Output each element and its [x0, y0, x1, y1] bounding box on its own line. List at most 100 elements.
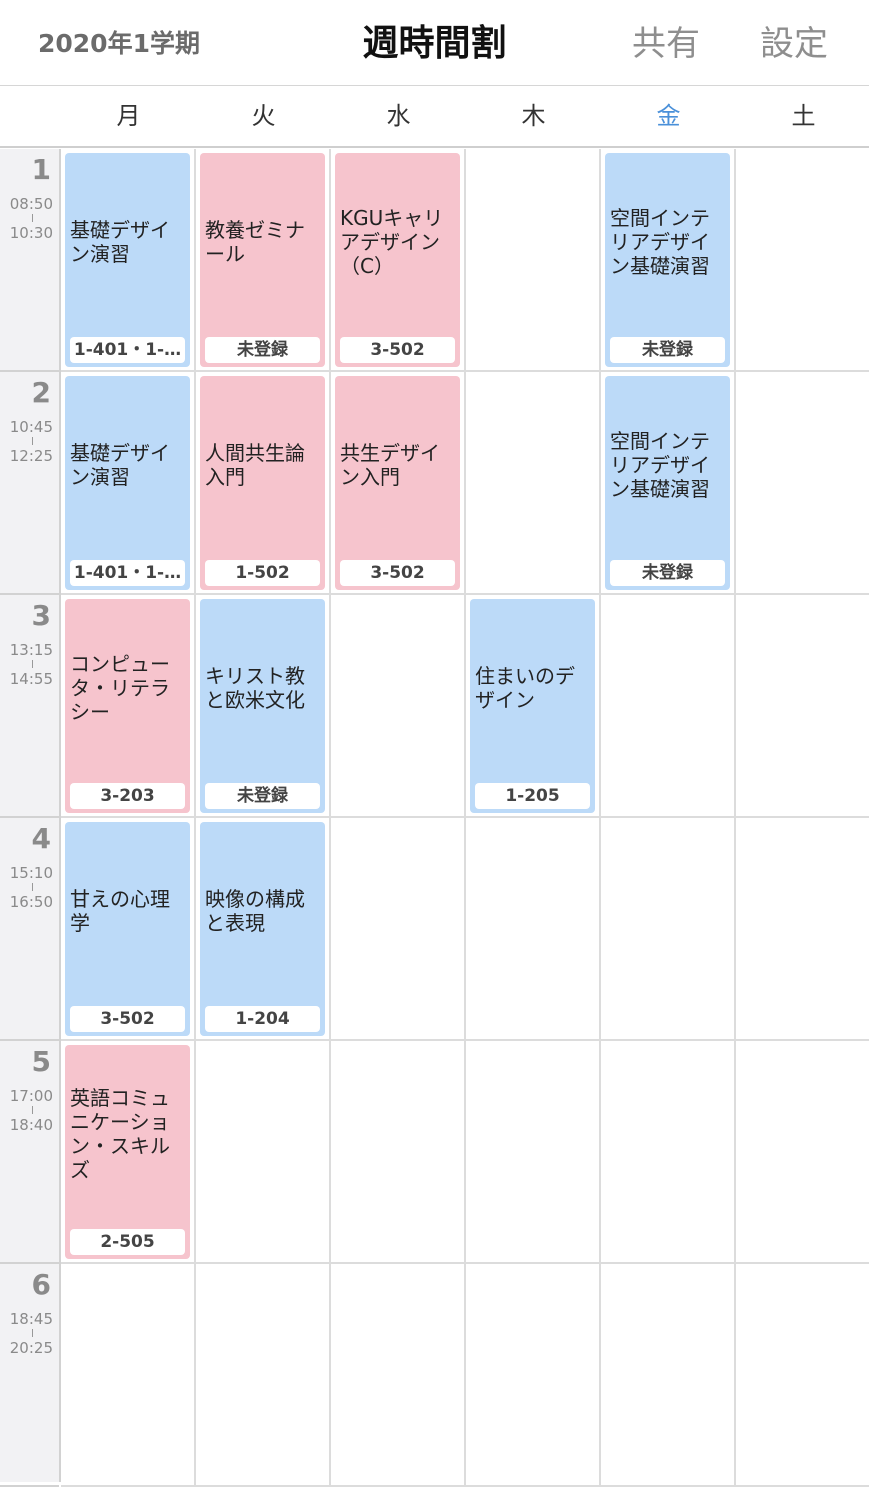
timetable-cell[interactable]	[466, 818, 601, 1041]
timetable-cell[interactable]	[736, 149, 869, 372]
day-header-3: 木	[521, 102, 546, 130]
timetable-cell[interactable]	[736, 1041, 869, 1264]
period-start-time: 18:45	[9, 1310, 53, 1328]
day-header-2: 水	[386, 102, 411, 130]
day-header-1: 火	[251, 102, 276, 130]
timetable-cell[interactable]: 住まいのデザイン 1-205	[466, 595, 601, 818]
course-card[interactable]: 人間共生論入門 1-502	[200, 376, 325, 590]
timetable-cell[interactable]	[466, 372, 601, 595]
timetable-grid: 1 08:50 10:30 2 10:45 12:25 3 13:15 14:55 4 15:10 1…	[0, 149, 869, 1487]
timetable-cell[interactable]: 基礎デザイン演習 1-401・1-…	[61, 149, 196, 372]
timetable-cell[interactable]	[736, 372, 869, 595]
time-separator	[32, 437, 33, 445]
timetable-cell[interactable]: KGUキャリアデザイン（C） 3-502	[331, 149, 466, 372]
course-card[interactable]: キリスト教と欧米文化 未登録	[200, 599, 325, 813]
course-room-badge: 3-203	[70, 783, 185, 809]
course-name: 映像の構成と表現	[205, 887, 305, 935]
page-title: 週時間割	[362, 23, 507, 64]
timetable-cell[interactable]	[736, 818, 869, 1041]
time-separator	[32, 660, 33, 668]
timetable-cell[interactable]: 人間共生論入門 1-502	[196, 372, 331, 595]
course-name: 英語コミュニケーション・スキルズ	[70, 1086, 170, 1182]
course-card[interactable]: 空間インテリアデザイン基礎演習未登録	[605, 376, 730, 590]
timetable-cell[interactable]	[331, 818, 466, 1041]
timetable-cell[interactable]	[196, 1041, 331, 1264]
timetable-cell[interactable]: 空間インテリアデザイン基礎演習 未登録	[601, 149, 736, 372]
course-card[interactable]: 教養ゼミナール未登録	[200, 153, 325, 367]
course-card[interactable]: 甘えの心理学 3-502	[65, 822, 190, 1036]
course-room-badge: 1-502	[205, 560, 320, 586]
timetable-cell[interactable]: 甘えの心理学 3-502	[61, 818, 196, 1041]
timetable-cell[interactable]	[736, 595, 869, 818]
course-room-badge: 未登録	[610, 560, 725, 586]
period-number: 3	[31, 599, 51, 632]
settings-button[interactable]: 設定	[760, 16, 828, 65]
period-label-1: 1 08:50 10:30	[0, 149, 59, 372]
weekday-header: 月火水木金土	[0, 87, 869, 148]
timetable-cell[interactable]	[331, 1264, 466, 1487]
timetable-cell[interactable]	[466, 149, 601, 372]
timetable-cell[interactable]	[601, 818, 736, 1041]
course-card[interactable]: 共生デザイン入門 3-502	[335, 376, 460, 590]
day-header-0: 月	[116, 102, 141, 130]
course-card[interactable]: 基礎デザイン演習 1-401・1-…	[65, 153, 190, 367]
timetable-cell[interactable]	[61, 1264, 196, 1487]
timetable-cell[interactable]	[601, 595, 736, 818]
timetable-cell[interactable]	[196, 1264, 331, 1487]
course-name: 基礎デザイン演習	[70, 218, 170, 266]
course-name: 教養ゼミナール	[205, 218, 305, 266]
course-name: キリスト教と欧米文化	[205, 664, 305, 712]
timetable-cell[interactable]	[466, 1041, 601, 1264]
share-button[interactable]: 共有	[632, 16, 700, 65]
course-room-badge: 1-401・1-…	[70, 337, 185, 363]
course-name: 空間インテリアデザイン基礎演習	[610, 206, 710, 278]
timetable-cell[interactable]: 共生デザイン入門 3-502	[331, 372, 466, 595]
timetable-cell[interactable]: 空間インテリアデザイン基礎演習未登録	[601, 372, 736, 595]
course-room-badge: 未登録	[205, 337, 320, 363]
period-label-6: 6 18:45 20:25	[0, 1264, 59, 1487]
course-card[interactable]: 空間インテリアデザイン基礎演習 未登録	[605, 153, 730, 367]
timetable-app: 2020年1学期 週時間割 共有 設定 月火水木金土 1 08:50 10:30 2 1…	[0, 0, 869, 1488]
timetable-cell[interactable]: 映像の構成と表現 1-204	[196, 818, 331, 1041]
timetable-cell[interactable]: コンピュータ・リテラシー 3-203	[61, 595, 196, 818]
period-label-5: 5 17:00 18:40	[0, 1041, 59, 1264]
period-start-time: 08:50	[9, 195, 53, 213]
period-number: 1	[31, 153, 51, 186]
timetable-cell[interactable]: 教養ゼミナール未登録	[196, 149, 331, 372]
period-end-time: 16:50	[9, 893, 53, 911]
timetable-cell[interactable]	[331, 595, 466, 818]
timetable-cell[interactable]	[331, 1041, 466, 1264]
course-name: KGUキャリアデザイン（C）	[340, 206, 444, 278]
timetable-cell[interactable]: 基礎デザイン演習 1-401・1-…	[61, 372, 196, 595]
course-name: 空間インテリアデザイン基礎演習	[610, 429, 710, 501]
timetable-cell[interactable]: 英語コミュニケーション・スキルズ 2-505	[61, 1041, 196, 1264]
timetable-cell[interactable]	[466, 1264, 601, 1487]
period-start-time: 10:45	[9, 418, 53, 436]
day-header-4: 金	[656, 102, 681, 130]
course-card[interactable]: コンピュータ・リテラシー 3-203	[65, 599, 190, 813]
course-card[interactable]: 基礎デザイン演習 1-401・1-…	[65, 376, 190, 590]
period-label-2: 2 10:45 12:25	[0, 372, 59, 595]
time-separator	[32, 214, 33, 222]
course-name: 人間共生論入門	[205, 441, 305, 489]
time-separator	[32, 1329, 33, 1337]
timetable-cell[interactable]: キリスト教と欧米文化 未登録	[196, 595, 331, 818]
timetable-cell[interactable]	[601, 1041, 736, 1264]
course-card[interactable]: 住まいのデザイン 1-205	[470, 599, 595, 813]
course-name: 共生デザイン入門	[340, 441, 440, 489]
timetable-cell[interactable]	[736, 1264, 869, 1487]
timetable-cell[interactable]	[601, 1264, 736, 1487]
period-end-time: 14:55	[9, 670, 53, 688]
course-card[interactable]: 英語コミュニケーション・スキルズ 2-505	[65, 1045, 190, 1259]
course-room-badge: 3-502	[70, 1006, 185, 1032]
period-number: 4	[31, 822, 51, 855]
time-separator	[32, 1106, 33, 1114]
period-start-time: 13:15	[9, 641, 53, 659]
period-end-time: 18:40	[9, 1116, 53, 1134]
course-card[interactable]: KGUキャリアデザイン（C） 3-502	[335, 153, 460, 367]
period-start-time: 15:10	[9, 864, 53, 882]
course-room-badge: 1-205	[475, 783, 590, 809]
course-card[interactable]: 映像の構成と表現 1-204	[200, 822, 325, 1036]
period-label-4: 4 15:10 16:50	[0, 818, 59, 1041]
course-room-badge: 1-401・1-…	[70, 560, 185, 586]
